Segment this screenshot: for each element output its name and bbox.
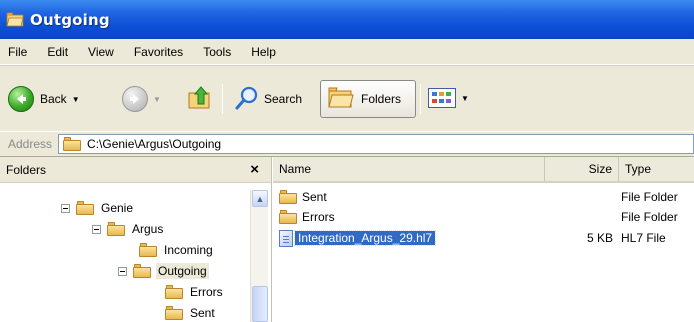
folders-pane: Folders × Genie Argus Incoming Outgoing … xyxy=(0,157,272,322)
collapse-icon[interactable] xyxy=(92,224,101,234)
toolbar-separator xyxy=(420,84,421,114)
file-type: File Folder xyxy=(621,210,678,224)
folders-label: Folders xyxy=(361,92,402,106)
menu-favorites[interactable]: Favorites xyxy=(134,45,183,59)
scroll-up-icon[interactable]: ▲ xyxy=(252,190,268,207)
chevron-down-icon[interactable]: ▼ xyxy=(153,95,161,104)
tree-item-label: Outgoing xyxy=(156,263,209,279)
address-value: C:\Genie\Argus\Outgoing xyxy=(87,137,222,151)
folders-icon xyxy=(327,85,355,114)
column-name[interactable]: Name xyxy=(273,157,545,181)
tree-item-argus[interactable]: Argus xyxy=(92,219,165,239)
file-type: HL7 File xyxy=(621,231,666,245)
column-name-label: Name xyxy=(279,162,312,176)
chevron-down-icon[interactable]: ▼ xyxy=(461,94,469,103)
search-icon xyxy=(234,85,260,114)
tree-item-label: Errors xyxy=(190,285,223,299)
open-folder-icon xyxy=(139,243,157,257)
close-icon[interactable]: × xyxy=(250,161,259,178)
address-bar: Address C:\Genie\Argus\Outgoing xyxy=(0,131,694,157)
forward-button[interactable]: ▼ xyxy=(122,83,161,115)
back-arrow-icon xyxy=(8,86,34,112)
folders-button[interactable]: Folders xyxy=(320,80,416,118)
tree-item-label: Genie xyxy=(101,201,134,215)
title-bar[interactable]: Outgoing xyxy=(0,0,694,39)
file-list-pane: Name Size Type Sent File Folder Errors F… xyxy=(273,157,694,322)
column-header: Name Size Type xyxy=(273,157,694,183)
column-size-label: Size xyxy=(588,162,612,176)
forward-arrow-icon xyxy=(122,86,148,112)
back-button[interactable]: Back ▼ xyxy=(8,83,80,115)
menu-help[interactable]: Help xyxy=(251,45,276,59)
tree-item-label: Argus xyxy=(132,222,164,236)
file-size xyxy=(543,208,613,226)
tree-item-label: Incoming xyxy=(164,243,213,257)
hl7-file-icon xyxy=(279,229,293,247)
menu-tools[interactable]: Tools xyxy=(203,45,231,59)
window-title: Outgoing xyxy=(30,10,110,29)
tree-item-label: Sent xyxy=(190,306,215,320)
search-label: Search xyxy=(264,92,303,106)
address-input[interactable]: C:\Genie\Argus\Outgoing xyxy=(58,134,694,154)
views-icon xyxy=(428,88,456,108)
folders-pane-header: Folders × xyxy=(0,157,271,183)
tree-item-genie[interactable]: Genie xyxy=(61,198,135,218)
tree-item-outgoing[interactable]: Outgoing xyxy=(118,261,209,281)
up-folder-button[interactable] xyxy=(186,83,214,115)
up-folder-icon xyxy=(186,84,214,115)
folders-pane-title: Folders xyxy=(6,162,47,177)
file-row-hl7[interactable]: Integration_Argus_29.hl7 5 KB HL7 File xyxy=(273,229,694,247)
folder-icon xyxy=(279,190,297,204)
file-name: Integration_Argus_29.hl7 xyxy=(293,230,437,246)
folder-icon xyxy=(279,210,297,224)
file-row-errors[interactable]: Errors File Folder xyxy=(273,208,694,226)
vertical-scrollbar[interactable]: ▲ xyxy=(250,190,268,322)
file-size: 5 KB xyxy=(586,231,613,245)
open-folder-icon xyxy=(133,264,151,278)
scrollbar-thumb[interactable] xyxy=(252,286,268,322)
toolbar-separator xyxy=(222,84,223,114)
back-label: Back xyxy=(40,92,67,106)
folder-icon xyxy=(165,306,183,320)
folder-icon xyxy=(107,222,125,236)
tree-item-sent[interactable]: Sent xyxy=(165,303,217,322)
folder-icon xyxy=(63,137,82,151)
file-size xyxy=(543,188,613,206)
folder-icon xyxy=(6,12,24,27)
column-type[interactable]: Type xyxy=(619,157,694,181)
toolbar: Back ▼ ▼ Search Folders ▼ xyxy=(0,65,694,131)
file-name: Sent xyxy=(302,190,327,204)
file-type: File Folder xyxy=(621,190,678,204)
collapse-icon[interactable] xyxy=(118,266,127,276)
tree-item-incoming[interactable]: Incoming xyxy=(139,240,215,260)
menu-bar: File Edit View Favorites Tools Help xyxy=(0,39,694,65)
collapse-icon[interactable] xyxy=(61,203,70,213)
search-button[interactable]: Search xyxy=(234,83,302,115)
tree-item-errors[interactable]: Errors xyxy=(165,282,225,302)
column-type-label: Type xyxy=(625,162,652,176)
folder-icon xyxy=(76,201,94,215)
menu-view[interactable]: View xyxy=(88,45,114,59)
chevron-down-icon[interactable]: ▼ xyxy=(72,95,80,104)
menu-edit[interactable]: Edit xyxy=(47,45,68,59)
views-button[interactable]: ▼ xyxy=(428,88,469,108)
folder-icon xyxy=(165,285,183,299)
file-name: Errors xyxy=(302,210,335,224)
address-label: Address xyxy=(8,137,53,151)
menu-file[interactable]: File xyxy=(8,45,27,59)
column-size[interactable]: Size xyxy=(545,157,619,181)
file-row-sent[interactable]: Sent File Folder xyxy=(273,188,694,206)
